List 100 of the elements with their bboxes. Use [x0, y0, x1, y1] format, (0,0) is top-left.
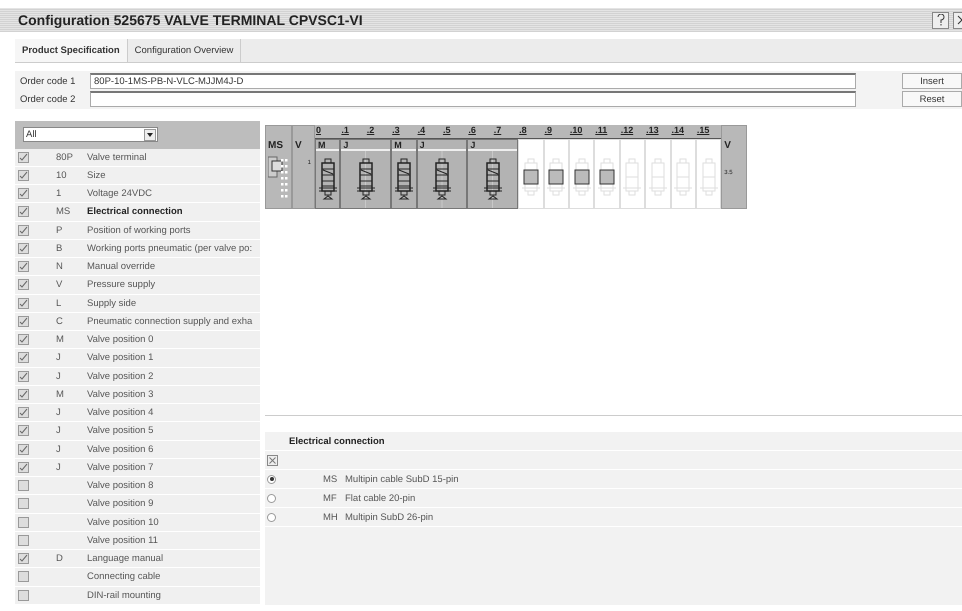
option-row[interactable]: MH Multipin SubD 26-pin	[265, 508, 962, 527]
feature-row[interactable]: C Pneumatic connection supply and exha	[15, 312, 260, 332]
feature-row[interactable]: P Position of working ports	[15, 222, 260, 240]
checkbox[interactable]	[18, 206, 29, 218]
feature-row[interactable]: 1 Voltage 24VDC	[15, 185, 260, 204]
feature-label: Valve position 7	[87, 462, 154, 473]
feature-label: Pressure supply	[87, 279, 156, 290]
feature-code: M	[56, 334, 65, 346]
checkbox[interactable]	[18, 498, 29, 510]
feature-label: Valve terminal	[87, 152, 146, 163]
feature-row[interactable]: 80P Valve terminal	[15, 148, 260, 167]
checkbox[interactable]	[18, 462, 29, 473]
feature-row[interactable]: Valve position 8	[15, 477, 260, 496]
feature-row[interactable]: N Manual override	[15, 258, 260, 276]
feature-row[interactable]: D Language manual	[15, 550, 260, 568]
option-label: Multipin SubD 26-pin	[345, 512, 434, 522]
feature-row[interactable]: L Supply side	[15, 294, 260, 313]
slot-module[interactable]	[544, 139, 569, 209]
tab[interactable]: Product Specification	[15, 39, 128, 62]
option-row[interactable]: MF Flat cable 20-pin	[265, 489, 962, 508]
reset-button[interactable]: Reset	[902, 91, 962, 107]
valve-module[interactable]: J	[467, 139, 518, 209]
insert-button[interactable]: Insert	[902, 73, 962, 89]
window-title: Configuration 525675 VALVE TERMINAL CPVSC1-VI	[18, 12, 363, 28]
checkbox[interactable]	[18, 516, 29, 528]
feature-label: Valve position 2	[87, 370, 154, 382]
feature-label: DIN-rail mounting	[87, 590, 161, 601]
checkbox[interactable]	[18, 571, 29, 582]
module-label: MS	[268, 140, 284, 151]
connector-module[interactable]: MS	[265, 125, 292, 209]
slot-number: .1	[340, 125, 350, 137]
clear-button[interactable]	[267, 454, 278, 466]
feature-row[interactable]: J Valve position 2	[15, 368, 260, 386]
slot-number: 0	[315, 125, 322, 137]
feature-row[interactable]: Valve position 9	[15, 495, 260, 514]
checkbox[interactable]	[18, 334, 29, 346]
feature-code: C	[56, 316, 64, 327]
slot-number: .2	[366, 125, 376, 137]
checkbox[interactable]	[18, 261, 29, 272]
checkbox[interactable]	[18, 152, 29, 163]
valve-module[interactable]: M	[391, 139, 417, 209]
checkbox[interactable]	[18, 444, 29, 455]
checkbox[interactable]	[18, 480, 29, 492]
feature-row[interactable]: DIN-rail mounting	[15, 586, 260, 605]
option-code: MS	[323, 474, 338, 484]
slot-module[interactable]	[594, 139, 620, 209]
option-code: MH	[323, 512, 339, 522]
feature-label: Valve position 9	[87, 498, 154, 510]
checkbox[interactable]	[18, 553, 29, 564]
order-code-field[interactable]: 80P-10-1MS-PB-N-VLC-MJJM4J-D	[90, 73, 856, 89]
feature-row[interactable]: M Valve position 3	[15, 386, 260, 404]
checkbox[interactable]	[18, 352, 29, 364]
checkbox[interactable]	[18, 298, 29, 309]
feature-row[interactable]: B Working ports pneumatic (per valve po:	[15, 240, 260, 258]
checkbox[interactable]	[18, 188, 29, 200]
valve-symbol-icon	[432, 158, 452, 202]
valve-module[interactable]: J	[416, 139, 468, 209]
feature-code: J	[56, 425, 62, 436]
feature-row[interactable]: Valve position 10	[15, 514, 260, 532]
checkbox[interactable]	[18, 224, 29, 236]
feature-code: J	[56, 352, 62, 364]
radio-button[interactable]	[267, 474, 276, 484]
feature-row[interactable]: V Pressure supply	[15, 276, 260, 295]
checkbox[interactable]	[18, 242, 29, 254]
checkbox[interactable]	[18, 425, 29, 436]
slot-module[interactable]	[518, 139, 544, 209]
checkbox[interactable]	[18, 170, 29, 181]
feature-row[interactable]: MS Electrical connection	[15, 203, 260, 222]
feature-row[interactable]: J Valve position 7	[15, 458, 260, 478]
checkbox[interactable]	[18, 370, 29, 382]
feature-row[interactable]: J Valve position 4	[15, 404, 260, 422]
order-code-field[interactable]	[90, 91, 856, 107]
feature-label: Valve position 5	[87, 425, 154, 436]
slot-module[interactable]	[568, 139, 594, 209]
checkbox[interactable]	[18, 590, 29, 601]
checkbox[interactable]	[18, 279, 29, 290]
feature-row[interactable]: Connecting cable	[15, 568, 260, 587]
panel-title: Electrical connection	[289, 436, 385, 446]
slot-number: .6	[467, 125, 477, 137]
checkbox[interactable]	[18, 407, 29, 418]
valve-module[interactable]: M	[315, 139, 340, 209]
feature-row[interactable]: M Valve position 0	[15, 331, 260, 350]
feature-row[interactable]: J Valve position 1	[15, 349, 260, 368]
feature-code: M	[56, 388, 65, 400]
feature-row[interactable]: J Valve position 6	[15, 440, 260, 459]
checkbox[interactable]	[18, 534, 29, 546]
help-button[interactable]	[932, 12, 949, 28]
checkbox[interactable]	[18, 316, 29, 327]
feature-row[interactable]: Valve position 11	[15, 532, 260, 550]
feature-row[interactable]: J Valve position 5	[15, 422, 260, 441]
feature-code: 1	[56, 188, 62, 200]
checkbox[interactable]	[18, 388, 29, 400]
filter-dropdown[interactable]: All	[23, 127, 158, 142]
option-row[interactable]: MS Multipin cable SubD 15-pin	[265, 470, 962, 489]
feature-label: Valve position 1	[87, 352, 154, 364]
radio-button[interactable]	[267, 494, 276, 502]
valve-module[interactable]: J	[340, 139, 392, 209]
slot-number: .13	[645, 125, 660, 137]
radio-button[interactable]	[267, 512, 276, 522]
feature-row[interactable]: 10 Size	[15, 166, 260, 186]
